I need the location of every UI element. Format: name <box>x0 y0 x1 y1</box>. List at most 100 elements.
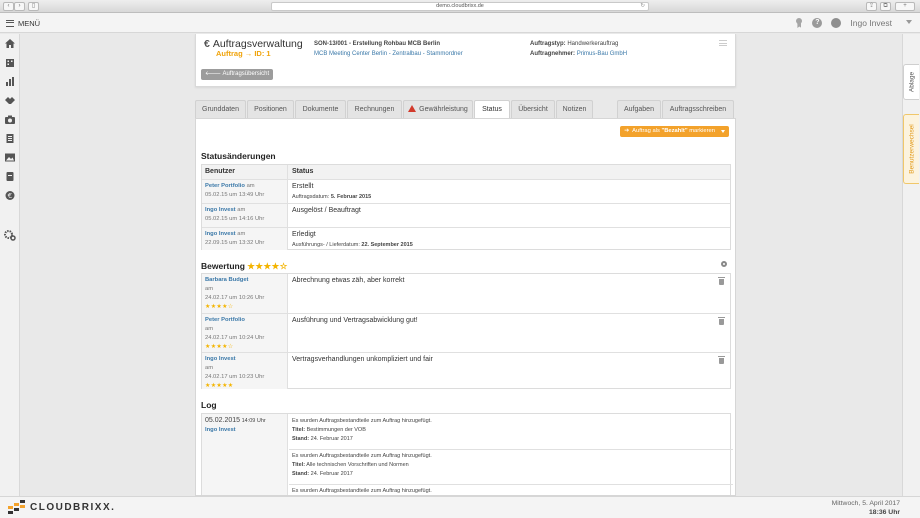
header-menu-icon[interactable] <box>719 40 727 46</box>
mark-paid-button[interactable]: ➔ Auftrag als "Bezahlt" markieren <box>620 126 729 137</box>
award-icon[interactable] <box>795 18 803 28</box>
username[interactable]: Ingo Invest <box>850 18 892 28</box>
table-row: Ingo Invest am 05.02.15 um 14:16 Uhr Ausg… <box>202 203 730 227</box>
datetime: Mittwoch, 5. April 2017 18:36 Uhr <box>832 499 900 517</box>
user-link[interactable]: Ingo Invest <box>205 427 236 433</box>
tab-ablage[interactable]: Ablage <box>903 64 919 100</box>
order-id: Auftrag → ID: 1 <box>216 49 271 58</box>
left-sidebar: € <box>0 34 20 496</box>
chevron-down-icon[interactable] <box>906 20 912 24</box>
detail-value: 5. Februar 2015 <box>330 194 372 200</box>
log-entry: Es wurden Auftragsbestandteile zum Auftr… <box>292 452 733 479</box>
tab-benutzerwechsel[interactable]: Benutzerwechsel <box>903 114 919 184</box>
tabs-icon[interactable]: ⧉ <box>880 2 891 11</box>
building-icon[interactable] <box>5 58 15 67</box>
camera-icon[interactable] <box>5 115 15 124</box>
menu-label: MENÜ <box>18 18 41 28</box>
user-link[interactable]: Ingo Invest <box>205 356 236 362</box>
home-icon[interactable] <box>5 39 15 48</box>
tab-aufgaben[interactable]: Aufgaben <box>617 100 661 119</box>
order-type-value: Handwerkerauftrag <box>567 41 619 47</box>
svg-text:€: € <box>8 192 12 200</box>
order-type-label: Auftragstyp: <box>530 41 566 47</box>
am-label: am <box>235 207 246 213</box>
rating-stars: ★★★★★ <box>205 383 234 389</box>
back-to-overview-button[interactable]: 🡐 Auftragsübersicht <box>201 69 274 80</box>
log-entry-text: Es wurden Auftragsbestandteile zum Auftr… <box>292 453 432 459</box>
log-title-label: Titel: <box>292 427 306 433</box>
log-stand-value: 24. Februar 2017 <box>309 471 353 477</box>
tab-notizen[interactable]: Notizen <box>556 100 593 119</box>
user-link[interactable]: Ingo Invest <box>205 231 236 237</box>
am-label: am <box>205 365 214 371</box>
menu-toggle-button[interactable]: MENÜ <box>6 17 40 29</box>
tab-grunddaten[interactable]: Grunddaten <box>195 100 246 119</box>
user-link[interactable]: Peter Portfolio <box>205 183 245 189</box>
tab-label: Dokumente <box>302 106 339 113</box>
tab-label: Notizen <box>562 106 587 113</box>
log-title-value: Bestimmungen der VOB <box>305 427 366 433</box>
rating-settings-icon[interactable] <box>721 261 727 267</box>
log-title-value: Alle technischen Vorschriften und Normen <box>305 462 409 468</box>
tab-uebersicht[interactable]: Übersicht <box>511 100 555 119</box>
am-label: am <box>244 183 255 189</box>
status-changes-table: Benutzer Status Peter Portfolio am 05.02.… <box>201 164 731 250</box>
tab-positionen[interactable]: Positionen <box>247 100 294 119</box>
status-value: Erledigt <box>292 231 316 238</box>
handshake-icon[interactable] <box>5 96 15 105</box>
rating-text: Vertragsverhandlungen unkompliziert und … <box>292 356 433 363</box>
url-bar[interactable]: demo.cloudbrixx.de ↻ <box>271 2 649 11</box>
tab-rechnungen[interactable]: Rechnungen <box>347 100 402 119</box>
settings-gear-icon[interactable] <box>4 230 16 241</box>
image-icon[interactable] <box>5 153 15 162</box>
back-nav-icon[interactable]: ‹ <box>3 2 14 11</box>
trash-icon[interactable] <box>718 277 725 285</box>
new-tab-icon[interactable]: + <box>895 2 915 11</box>
share-icon[interactable]: ⇪ <box>866 2 877 11</box>
rating-title: Bewertung <box>201 261 245 271</box>
change-date: 22.09.15 um 13:32 Uhr <box>205 240 265 246</box>
reload-icon[interactable]: ↻ <box>640 3 645 10</box>
help-icon[interactable]: ? <box>812 18 823 28</box>
current-time: 18:36 Uhr <box>869 509 900 516</box>
user-link[interactable]: Barbara Budget <box>205 277 249 283</box>
chart-icon[interactable] <box>5 77 15 86</box>
am-label: am <box>205 326 214 332</box>
tab-label: Gewährleistung <box>419 106 468 113</box>
rating-stars: ★★★★☆ <box>205 344 234 350</box>
document-icon[interactable] <box>5 134 15 143</box>
tab-gewaehrleistung[interactable]: Gewährleistung <box>403 100 473 119</box>
section-title-rating: Bewertung ★★★★☆ <box>201 261 288 272</box>
am-label: am <box>235 231 246 237</box>
main-content: € Auftragsverwaltung Auftrag → ID: 1 SON-… <box>20 34 902 496</box>
trash-icon[interactable] <box>718 356 725 364</box>
contractor: Auftragnehmer: Primus-Bau GmbH <box>530 51 627 57</box>
tab-auftragsschreiben[interactable]: Auftragsschreiben <box>662 100 734 119</box>
contractor-link[interactable]: Primus-Bau GmbH <box>577 51 627 57</box>
mark-paid-label: Auftrag als "Bezahlt" markieren <box>632 126 715 137</box>
project-location-link[interactable]: MCB Meeting Center Berlin - Zentralbau -… <box>314 51 463 57</box>
sidebar-toggle-icon[interactable]: ▯ <box>28 2 39 11</box>
user-link[interactable]: Peter Portfolio <box>205 317 245 323</box>
url-text: demo.cloudbrixx.de <box>436 3 484 9</box>
user-link[interactable]: Ingo Invest <box>205 207 236 213</box>
euro-icon[interactable]: € <box>5 191 15 200</box>
tab-dokumente[interactable]: Dokumente <box>295 100 346 119</box>
status-value: Ausgelöst / Beauftragt <box>292 207 361 214</box>
change-date: 05.02.15 um 13:49 Uhr <box>205 192 265 198</box>
rating-date: 24.02.17 um 10:24 Uhr <box>205 335 265 341</box>
tab-status[interactable]: Status <box>474 100 510 119</box>
log-time: 14:09 Uhr <box>240 418 266 424</box>
user-avatar-icon[interactable] <box>831 18 842 28</box>
rating-stars: ★★★★☆ <box>205 304 234 310</box>
trash-icon[interactable] <box>718 317 725 325</box>
mark-paid-highlight: "Bezahlt" <box>661 128 688 134</box>
archive-icon[interactable] <box>5 172 15 181</box>
logo-mark-icon <box>8 500 25 514</box>
chevron-down-icon[interactable] <box>721 130 725 133</box>
right-sidebar: Ablage Benutzerwechsel <box>902 34 920 496</box>
forward-nav-icon[interactable]: › <box>14 2 25 11</box>
detail-value: 22. September 2015 <box>361 242 413 248</box>
table-row: Ingo Invest am 22.09.15 um 13:32 Uhr Erle… <box>202 227 730 250</box>
order-type: Auftragstyp: Handwerkerauftrag <box>530 41 618 47</box>
